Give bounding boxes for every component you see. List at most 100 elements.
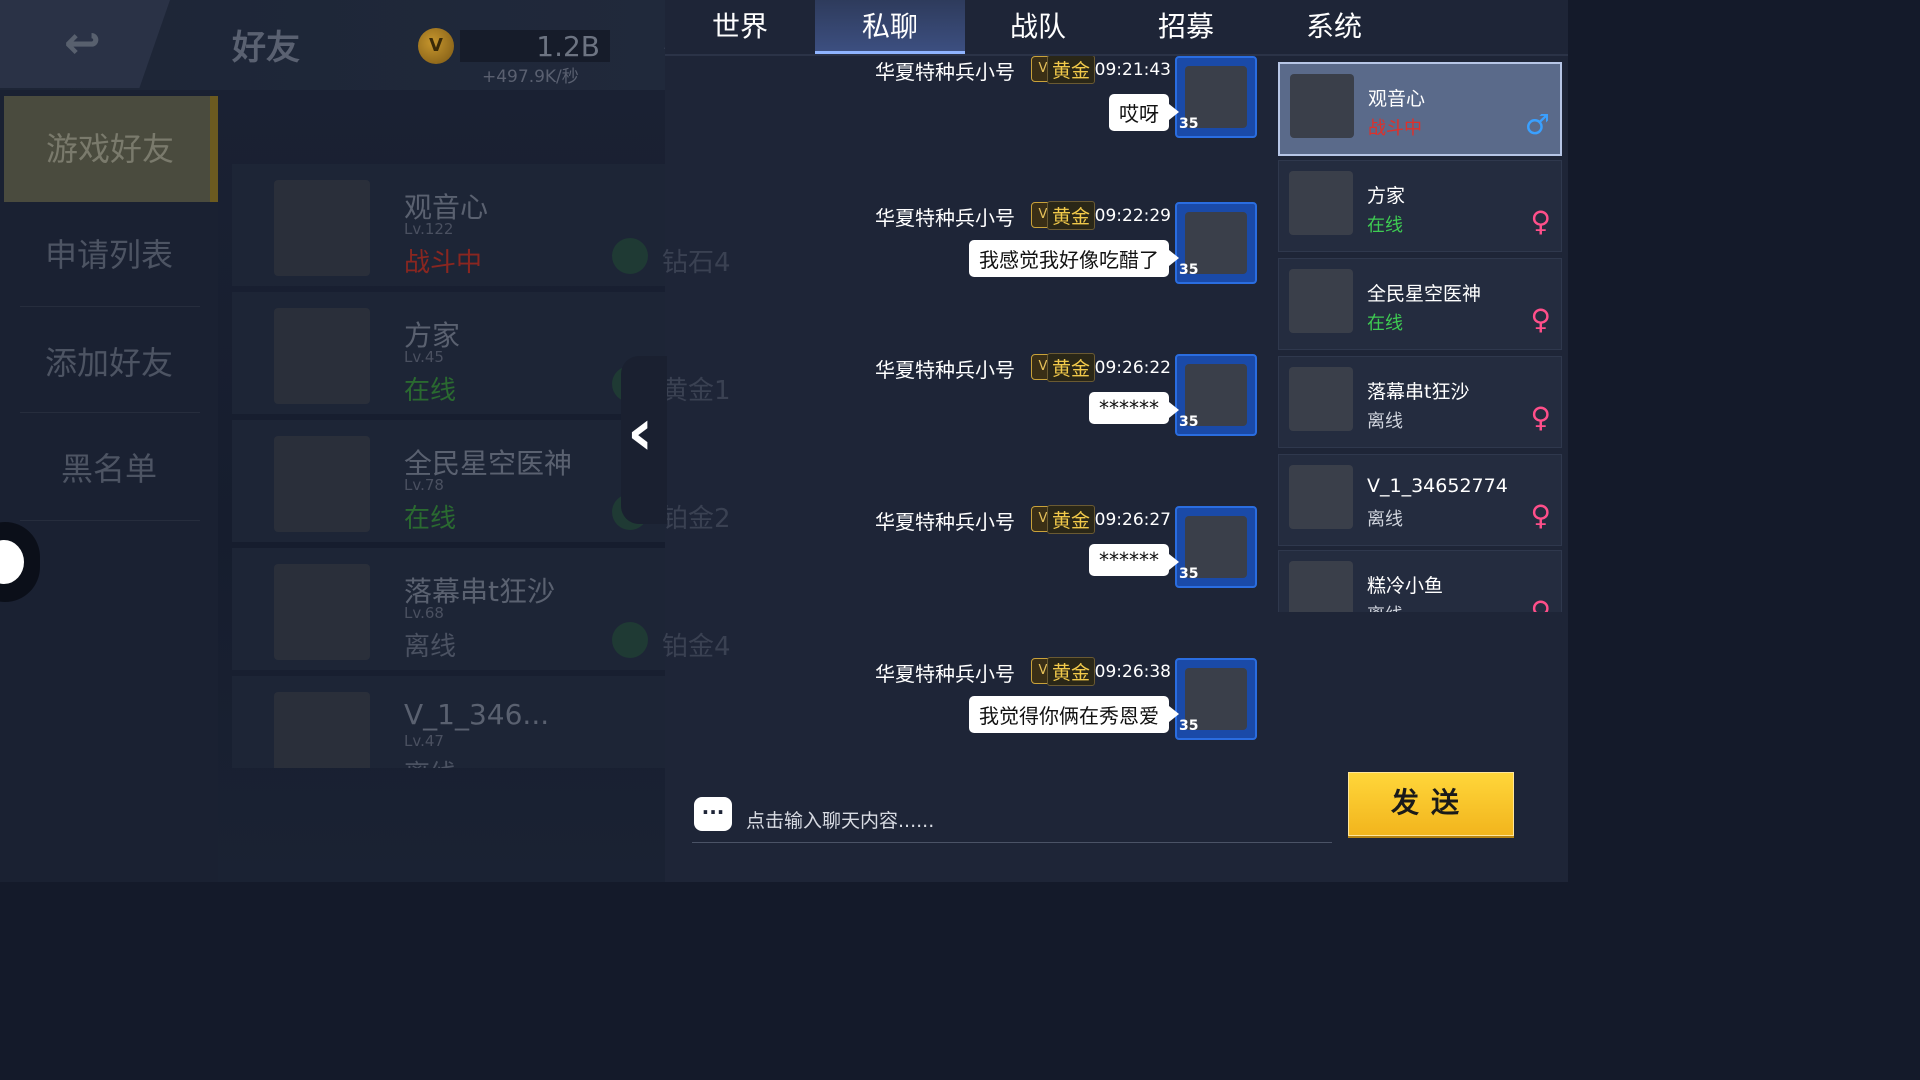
- message-rank-badge: 黄金: [1046, 201, 1095, 230]
- friend-level: Lv.47: [404, 732, 444, 750]
- back-arrow-icon: ↩: [64, 18, 101, 69]
- message-rank-badge: 黄金: [1046, 56, 1095, 84]
- friend-row[interactable]: 观音心 Lv.122 战斗中: [232, 164, 665, 286]
- tab-recruit[interactable]: 招募: [1111, 0, 1261, 54]
- menu-request-list[interactable]: 申请列表: [0, 202, 218, 308]
- sender-avatar[interactable]: 35: [1175, 506, 1257, 588]
- chat-input[interactable]: [744, 804, 1308, 838]
- avatar-level: 35: [1179, 566, 1199, 582]
- tab-team[interactable]: 战队: [963, 0, 1113, 54]
- message-sender: 华夏特种兵小号: [875, 358, 1015, 382]
- chat-message: 华夏特种兵小号 V 黄金 09:21:43 35 哎呀: [665, 56, 1277, 206]
- avatar: [1289, 367, 1353, 431]
- avatar-level: 35: [1179, 262, 1199, 278]
- female-icon: ♀: [1530, 205, 1551, 238]
- chat-message: 华夏特种兵小号 V 黄金 09:26:22 35 ******: [665, 353, 1277, 504]
- sender-avatar[interactable]: 35: [1175, 56, 1257, 138]
- contact-name: 全民星空医神: [1367, 283, 1482, 305]
- tab-system[interactable]: 系统: [1259, 0, 1409, 54]
- message-rank-badge: 黄金: [1046, 353, 1095, 382]
- avatar-level: 35: [1179, 718, 1199, 734]
- friend-row[interactable]: 方家 Lv.45 在线: [232, 292, 665, 414]
- rank-icon: [612, 238, 648, 274]
- message-bubble: ******: [1089, 392, 1179, 424]
- contact-status: 在线: [1367, 313, 1403, 334]
- sender-avatar[interactable]: 35: [1175, 658, 1257, 740]
- avatar: [274, 692, 370, 768]
- message-time: 09:26:22: [1094, 358, 1171, 378]
- avatar: [1289, 561, 1353, 612]
- chat-message: 华夏特种兵小号 V 黄金 09:26:27 35 ******: [665, 505, 1277, 656]
- avatar-level: 35: [1179, 414, 1199, 430]
- message-time: 09:26:38: [1094, 662, 1171, 682]
- chevron-left-icon: ‹: [627, 396, 654, 470]
- contact-status: 在线: [1367, 215, 1403, 236]
- avatar: [1289, 269, 1353, 333]
- avatar: [274, 564, 370, 660]
- contact-item[interactable]: V_1_34652774 离线 ♀: [1278, 454, 1562, 546]
- send-button[interactable]: 发送: [1348, 772, 1514, 836]
- chat-message: 华夏特种兵小号 V 黄金 09:22:29 35 我感觉我好像吃醋了: [665, 201, 1277, 352]
- friend-row[interactable]: 全民星空医神 Lv.78 在线: [232, 420, 665, 542]
- female-icon: ♀: [1530, 401, 1551, 434]
- friend-name: V_1_346...: [404, 698, 550, 731]
- female-icon: ♀: [1530, 499, 1551, 532]
- tab-private-chat[interactable]: 私聊: [815, 0, 965, 54]
- friend-level: Lv.78: [404, 476, 444, 494]
- avatar: [274, 180, 370, 276]
- message-time: 09:21:43: [1094, 60, 1171, 80]
- contact-name: V_1_34652774: [1367, 475, 1508, 497]
- menu-blacklist[interactable]: 黑名单: [0, 416, 218, 522]
- message-sender: 华夏特种兵小号: [875, 662, 1015, 686]
- menu-add-friend[interactable]: 添加好友: [0, 310, 218, 416]
- menu-game-friends[interactable]: 游戏好友: [4, 96, 216, 202]
- male-icon: ♂: [1524, 108, 1550, 141]
- sender-avatar[interactable]: 35: [1175, 354, 1257, 436]
- friend-level: Lv.68: [404, 604, 444, 622]
- message-sender: 华夏特种兵小号: [875, 60, 1015, 84]
- female-icon: ♀: [1530, 303, 1551, 336]
- contact-item[interactable]: 全民星空医神 在线 ♀: [1278, 258, 1562, 350]
- message-time: 09:22:29: [1094, 206, 1171, 226]
- coin-amount: 1.2B: [536, 30, 600, 63]
- menu-active-indicator: [210, 96, 218, 202]
- contact-name: 方家: [1367, 185, 1406, 207]
- avatar: [1289, 465, 1353, 529]
- message-bubble: 哎呀: [1109, 94, 1179, 131]
- friend-level: Lv.45: [404, 348, 444, 366]
- contact-status: 离线: [1367, 601, 1403, 612]
- friend-status: 在线: [404, 504, 457, 534]
- screen-title: 好友: [232, 28, 300, 68]
- contact-list[interactable]: 观音心 战斗中 ♂ 方家 在线 ♀ 全民星空医神 在线 ♀ 落幕串t狂沙 离线 …: [1278, 62, 1562, 612]
- contact-item[interactable]: 观音心 战斗中 ♂: [1278, 62, 1562, 156]
- contact-item[interactable]: 糕冷小鱼 离线 ♀: [1278, 550, 1562, 612]
- message-bubble: ******: [1089, 544, 1179, 576]
- message-sender: 华夏特种兵小号: [875, 510, 1015, 534]
- friend-status: 在线: [404, 376, 457, 406]
- message-rank-badge: 黄金: [1046, 657, 1095, 686]
- message-list[interactable]: 华夏特种兵小号 V 黄金 09:21:43 35 哎呀 华夏特种兵小号 V 黄金…: [665, 56, 1277, 746]
- female-icon: ♀: [1530, 595, 1551, 612]
- contact-item[interactable]: 落幕串t狂沙 离线 ♀: [1278, 356, 1562, 448]
- coin-rate: +497.9K/秒: [482, 67, 579, 87]
- message-time: 09:26:27: [1094, 510, 1171, 530]
- friend-row[interactable]: 落幕串t狂沙 Lv.68 离线: [232, 548, 665, 670]
- chat-tabs: 世界 私聊 战队 招募 系统: [665, 0, 1568, 54]
- friend-status: 战斗中: [404, 248, 483, 278]
- avatar: [274, 308, 370, 404]
- rank-icon: [612, 622, 648, 658]
- contact-name: 糕冷小鱼: [1367, 575, 1444, 597]
- avatar-level: 35: [1179, 116, 1199, 132]
- contact-status: 战斗中: [1368, 118, 1422, 139]
- friend-row[interactable]: V_1_346... Lv.47 离线: [232, 676, 665, 768]
- message-sender: 华夏特种兵小号: [875, 206, 1015, 230]
- sender-avatar[interactable]: 35: [1175, 202, 1257, 284]
- friends-side-menu: 游戏好友 申请列表 添加好友 黑名单: [0, 90, 218, 882]
- avatar: [1290, 74, 1354, 138]
- message-bubble: 我感觉我好像吃醋了: [969, 240, 1179, 277]
- avatar: [274, 436, 370, 532]
- contact-item[interactable]: 方家 在线 ♀: [1278, 160, 1562, 252]
- chat-bubble-icon: ···: [694, 797, 732, 831]
- tab-world[interactable]: 世界: [665, 0, 815, 54]
- contact-status: 离线: [1367, 509, 1403, 530]
